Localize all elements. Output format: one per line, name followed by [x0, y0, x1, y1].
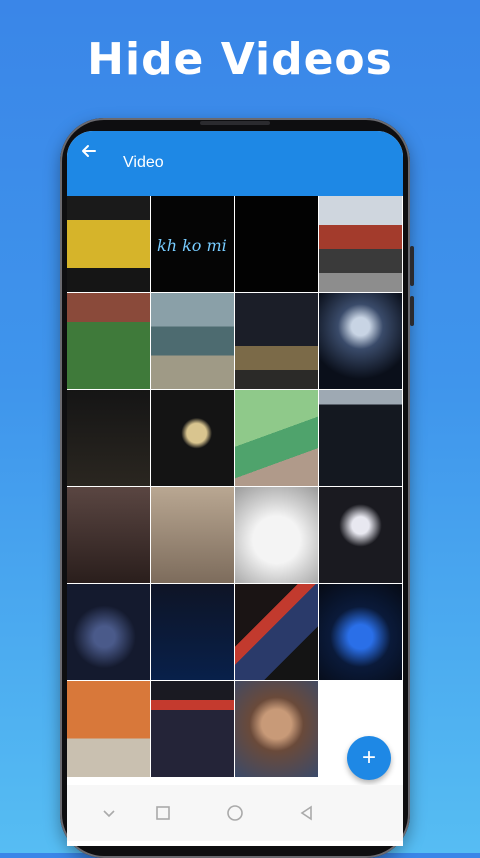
- app-bar: Video: [67, 131, 403, 196]
- plus-icon: +: [361, 744, 376, 771]
- arrow-left-icon[interactable]: [79, 141, 99, 161]
- video-thumbnail[interactable]: [235, 681, 318, 777]
- system-nav-bar: [67, 785, 403, 841]
- square-icon[interactable]: [153, 803, 173, 823]
- video-thumbnail[interactable]: [235, 584, 318, 680]
- video-thumbnail[interactable]: [151, 487, 234, 583]
- video-thumbnail[interactable]: [67, 487, 150, 583]
- headline: Hide Videos: [87, 34, 393, 85]
- video-thumbnail[interactable]: [151, 584, 234, 680]
- video-thumbnail[interactable]: [319, 293, 402, 389]
- triangle-back-icon[interactable]: [297, 803, 317, 823]
- video-thumbnail[interactable]: [67, 196, 150, 292]
- video-thumbnail[interactable]: [235, 196, 318, 292]
- add-video-button[interactable]: +: [347, 736, 391, 780]
- video-thumbnail[interactable]: [319, 196, 402, 292]
- video-thumbnail[interactable]: [319, 584, 402, 680]
- video-thumbnail[interactable]: [319, 487, 402, 583]
- video-grid: kh ko mi: [67, 196, 403, 780]
- video-thumbnail[interactable]: [151, 681, 234, 777]
- video-thumbnail[interactable]: [319, 390, 402, 486]
- video-thumbnail[interactable]: [67, 390, 150, 486]
- circle-icon[interactable]: [225, 803, 245, 823]
- chevron-down-icon[interactable]: [99, 803, 119, 823]
- video-thumbnail[interactable]: [235, 487, 318, 583]
- video-thumbnail[interactable]: [67, 584, 150, 680]
- video-thumbnail[interactable]: [235, 293, 318, 389]
- volume-button: [410, 246, 414, 286]
- video-thumbnail[interactable]: [151, 390, 234, 486]
- video-thumbnail[interactable]: [67, 681, 150, 777]
- video-thumbnail[interactable]: [67, 293, 150, 389]
- speaker-grill: [200, 121, 270, 125]
- video-thumbnail[interactable]: [151, 293, 234, 389]
- power-button: [410, 296, 414, 326]
- video-thumbnail[interactable]: kh ko mi: [151, 196, 234, 292]
- video-thumbnail[interactable]: [235, 390, 318, 486]
- page-title: Video: [123, 154, 164, 171]
- phone-screen: Video kh ko mi +: [67, 131, 403, 846]
- thumbnail-caption: kh ko mi: [157, 236, 227, 255]
